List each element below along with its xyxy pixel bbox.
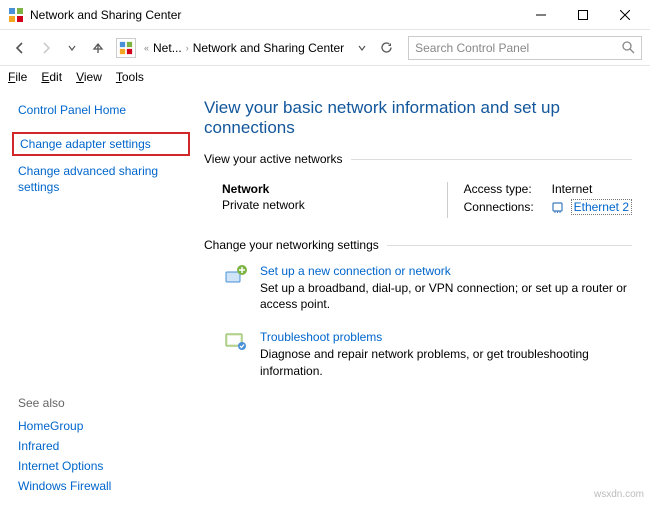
connection-link[interactable]: Ethernet 2 bbox=[571, 199, 632, 215]
network-details: Access type: Internet Connections: Ether… bbox=[447, 182, 632, 218]
sidebar: Control Panel Home Change adapter settin… bbox=[0, 88, 200, 506]
sidebar-infrared[interactable]: Infrared bbox=[18, 436, 190, 456]
setup-connection-icon bbox=[222, 264, 250, 286]
address-icon[interactable] bbox=[116, 38, 136, 58]
close-button[interactable] bbox=[604, 0, 646, 30]
chevron-right-icon: › bbox=[186, 43, 189, 53]
menu-tools[interactable]: Tools bbox=[116, 70, 144, 84]
ethernet-icon bbox=[552, 200, 563, 214]
access-type-value: Internet bbox=[552, 182, 593, 196]
network-summary: Network Private network bbox=[222, 182, 447, 218]
network-name: Network bbox=[222, 182, 447, 196]
body: Control Panel Home Change adapter settin… bbox=[0, 88, 650, 506]
back-button[interactable] bbox=[8, 36, 32, 60]
maximize-button[interactable] bbox=[562, 0, 604, 30]
window-title: Network and Sharing Center bbox=[30, 8, 181, 22]
watermark: wsxdn.com bbox=[594, 489, 644, 500]
recent-dropdown[interactable] bbox=[60, 36, 84, 60]
active-networks: Network Private network Access type: Int… bbox=[204, 172, 632, 238]
chevron-icon: « bbox=[144, 43, 149, 53]
up-button[interactable] bbox=[86, 36, 110, 60]
setup-connection-item: Set up a new connection or network Set u… bbox=[222, 264, 632, 312]
sidebar-internet-options[interactable]: Internet Options bbox=[18, 456, 190, 476]
network-type: Private network bbox=[222, 198, 447, 212]
see-also-label: See also bbox=[18, 396, 190, 410]
settings-list: Set up a new connection or network Set u… bbox=[204, 258, 632, 379]
breadcrumb-item[interactable]: Net... bbox=[153, 41, 182, 55]
sidebar-change-adapter[interactable]: Change adapter settings bbox=[12, 132, 190, 156]
page-heading: View your basic network information and … bbox=[204, 98, 632, 138]
search-input[interactable] bbox=[415, 41, 622, 55]
troubleshoot-icon bbox=[222, 330, 250, 352]
forward-button[interactable] bbox=[34, 36, 58, 60]
active-networks-label: View your active networks bbox=[204, 152, 632, 166]
setup-connection-link[interactable]: Set up a new connection or network bbox=[260, 264, 451, 278]
sidebar-homegroup[interactable]: HomeGroup bbox=[18, 416, 190, 436]
access-type-label: Access type: bbox=[464, 182, 544, 196]
change-settings-label: Change your networking settings bbox=[204, 238, 632, 252]
troubleshoot-item: Troubleshoot problems Diagnose and repai… bbox=[222, 330, 632, 378]
sidebar-control-panel-home[interactable]: Control Panel Home bbox=[18, 100, 190, 120]
breadcrumb[interactable]: « Net... › Network and Sharing Center bbox=[142, 36, 350, 60]
troubleshoot-desc: Diagnose and repair network problems, or… bbox=[260, 346, 632, 378]
connections-label: Connections: bbox=[464, 200, 544, 214]
menu-file[interactable]: File bbox=[8, 70, 27, 84]
troubleshoot-link[interactable]: Troubleshoot problems bbox=[260, 330, 382, 344]
sidebar-change-advanced[interactable]: Change advanced sharing settings bbox=[18, 162, 190, 197]
breadcrumb-item[interactable]: Network and Sharing Center bbox=[193, 41, 344, 55]
address-dropdown[interactable] bbox=[352, 44, 372, 52]
main-content: View your basic network information and … bbox=[200, 88, 650, 506]
app-icon bbox=[8, 7, 24, 23]
menubar: File Edit View Tools bbox=[0, 66, 650, 88]
menu-edit[interactable]: Edit bbox=[41, 70, 62, 84]
search-box[interactable] bbox=[408, 36, 642, 60]
search-icon[interactable] bbox=[622, 41, 635, 54]
sidebar-windows-firewall[interactable]: Windows Firewall bbox=[18, 476, 190, 496]
refresh-button[interactable] bbox=[374, 41, 398, 54]
menu-view[interactable]: View bbox=[76, 70, 102, 84]
minimize-button[interactable] bbox=[520, 0, 562, 30]
setup-connection-desc: Set up a broadband, dial-up, or VPN conn… bbox=[260, 280, 632, 312]
toolbar: « Net... › Network and Sharing Center bbox=[0, 30, 650, 66]
titlebar: Network and Sharing Center bbox=[0, 0, 650, 30]
